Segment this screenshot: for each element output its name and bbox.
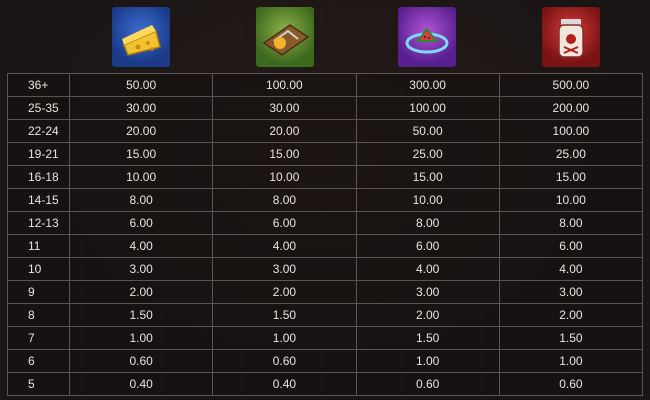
- paytable-row: 16-18 10.00 10.00 15.00 15.00: [7, 165, 644, 189]
- payout-cell: 8.00: [68, 188, 214, 212]
- paytable-body: 36+ 50.00 100.00 300.00 500.00 25-35 30.00 30.0…: [7, 73, 644, 396]
- symbol-count-cell: 9: [7, 280, 70, 304]
- payout-cell: 0.40: [68, 372, 214, 396]
- payout-cell: 1.50: [212, 303, 357, 327]
- symbol-count-cell: 10: [7, 257, 70, 281]
- symbol-count-cell: 36+: [7, 73, 70, 97]
- symbol-count-cell: 16-18: [7, 165, 70, 189]
- payout-cell: 1.00: [212, 326, 357, 350]
- payout-cell: 6.00: [498, 234, 644, 258]
- payout-cell: 100.00: [212, 73, 357, 97]
- symbol-count-cell: 7: [7, 326, 70, 350]
- payout-cell: 1.00: [68, 326, 214, 350]
- paytable-row: 10 3.00 3.00 4.00 4.00: [7, 257, 644, 281]
- payout-cell: 1.50: [355, 326, 500, 350]
- watermelon-trap-icon: [398, 7, 456, 67]
- paytable-row: 8 1.50 1.50 2.00 2.00: [7, 303, 644, 327]
- paytable-row: 5 0.40 0.40 0.60 0.60: [7, 372, 644, 396]
- payout-cell: 8.00: [355, 211, 500, 235]
- payout-cell: 3.00: [212, 257, 357, 281]
- symbol-header-row: [0, 0, 650, 72]
- symbol-count-cell: 19-21: [7, 142, 70, 166]
- payout-cell: 50.00: [355, 119, 500, 143]
- payout-cell: 3.00: [68, 257, 214, 281]
- payout-cell: 15.00: [498, 165, 644, 189]
- payout-cell: 2.00: [68, 280, 214, 304]
- payout-cell: 4.00: [498, 257, 644, 281]
- paytable-row: 14-15 8.00 8.00 10.00 10.00: [7, 188, 644, 212]
- payout-cell: 15.00: [68, 142, 214, 166]
- payout-cell: 3.00: [498, 280, 644, 304]
- payout-cell: 10.00: [68, 165, 214, 189]
- payout-cell: 30.00: [68, 96, 214, 120]
- payout-cell: 10.00: [355, 188, 500, 212]
- payout-cell: 6.00: [212, 211, 357, 235]
- paytable-row: 7 1.00 1.00 1.50 1.50: [7, 326, 644, 350]
- paytable-row: 9 2.00 2.00 3.00 3.00: [7, 280, 644, 304]
- payout-cell: 15.00: [212, 142, 357, 166]
- payout-cell: 3.00: [355, 280, 500, 304]
- paytable-row: 19-21 15.00 15.00 25.00 25.00: [7, 142, 644, 166]
- payout-cell: 25.00: [498, 142, 644, 166]
- payout-cell: 4.00: [355, 257, 500, 281]
- payout-cell: 50.00: [68, 73, 214, 97]
- payout-cell: 8.00: [212, 188, 357, 212]
- payout-cell: 1.00: [498, 349, 644, 373]
- paytable-row: 12-13 6.00 6.00 8.00 8.00: [7, 211, 644, 235]
- payout-cell: 0.60: [68, 349, 214, 373]
- payout-cell: 25.00: [355, 142, 500, 166]
- payout-cell: 0.60: [498, 372, 644, 396]
- payout-cell: 0.60: [212, 349, 357, 373]
- payout-cell: 6.00: [355, 234, 500, 258]
- symbol-count-cell: 6: [7, 349, 70, 373]
- payout-cell: 200.00: [498, 96, 644, 120]
- payout-cell: 20.00: [212, 119, 357, 143]
- payout-cell: 15.00: [355, 165, 500, 189]
- payout-cell: 1.00: [355, 349, 500, 373]
- payout-cell: 100.00: [355, 96, 500, 120]
- payout-cell: 1.50: [498, 326, 644, 350]
- paytable-row: 6 0.60 0.60 1.00 1.00: [7, 349, 644, 373]
- payout-cell: 10.00: [212, 165, 357, 189]
- payout-cell: 20.00: [68, 119, 214, 143]
- payout-cell: 100.00: [498, 119, 644, 143]
- paytable-row: 25-35 30.00 30.00 100.00 200.00: [7, 96, 644, 120]
- payout-cell: 2.00: [212, 280, 357, 304]
- payout-cell: 4.00: [212, 234, 357, 258]
- symbol-count-cell: 12-13: [7, 211, 70, 235]
- payout-cell: 0.60: [355, 372, 500, 396]
- payout-cell: 2.00: [498, 303, 644, 327]
- symbol-count-cell: 25-35: [7, 96, 70, 120]
- symbol-count-cell: 11: [7, 234, 70, 258]
- payout-cell: 2.00: [355, 303, 500, 327]
- payout-cell: 1.50: [68, 303, 214, 327]
- mousetrap-icon: [256, 7, 314, 67]
- paytable: 36+ 50.00 100.00 300.00 500.00 25-35 30.00 30.0…: [7, 73, 644, 396]
- cheese-icon: [112, 7, 170, 67]
- symbol-count-cell: 22-24: [7, 119, 70, 143]
- paytable-row: 11 4.00 4.00 6.00 6.00: [7, 234, 644, 258]
- payout-cell: 8.00: [498, 211, 644, 235]
- symbol-count-cell: 14-15: [7, 188, 70, 212]
- payout-cell: 4.00: [68, 234, 214, 258]
- poison-jar-icon: [542, 7, 600, 67]
- symbol-count-cell: 5: [7, 372, 70, 396]
- payout-cell: 6.00: [68, 211, 214, 235]
- paytable-row: 36+ 50.00 100.00 300.00 500.00: [7, 73, 644, 97]
- payout-cell: 500.00: [498, 73, 644, 97]
- paytable-row: 22-24 20.00 20.00 50.00 100.00: [7, 119, 644, 143]
- payout-cell: 0.40: [212, 372, 357, 396]
- symbol-count-cell: 8: [7, 303, 70, 327]
- payout-cell: 10.00: [498, 188, 644, 212]
- payout-cell: 30.00: [212, 96, 357, 120]
- payout-cell: 300.00: [355, 73, 500, 97]
